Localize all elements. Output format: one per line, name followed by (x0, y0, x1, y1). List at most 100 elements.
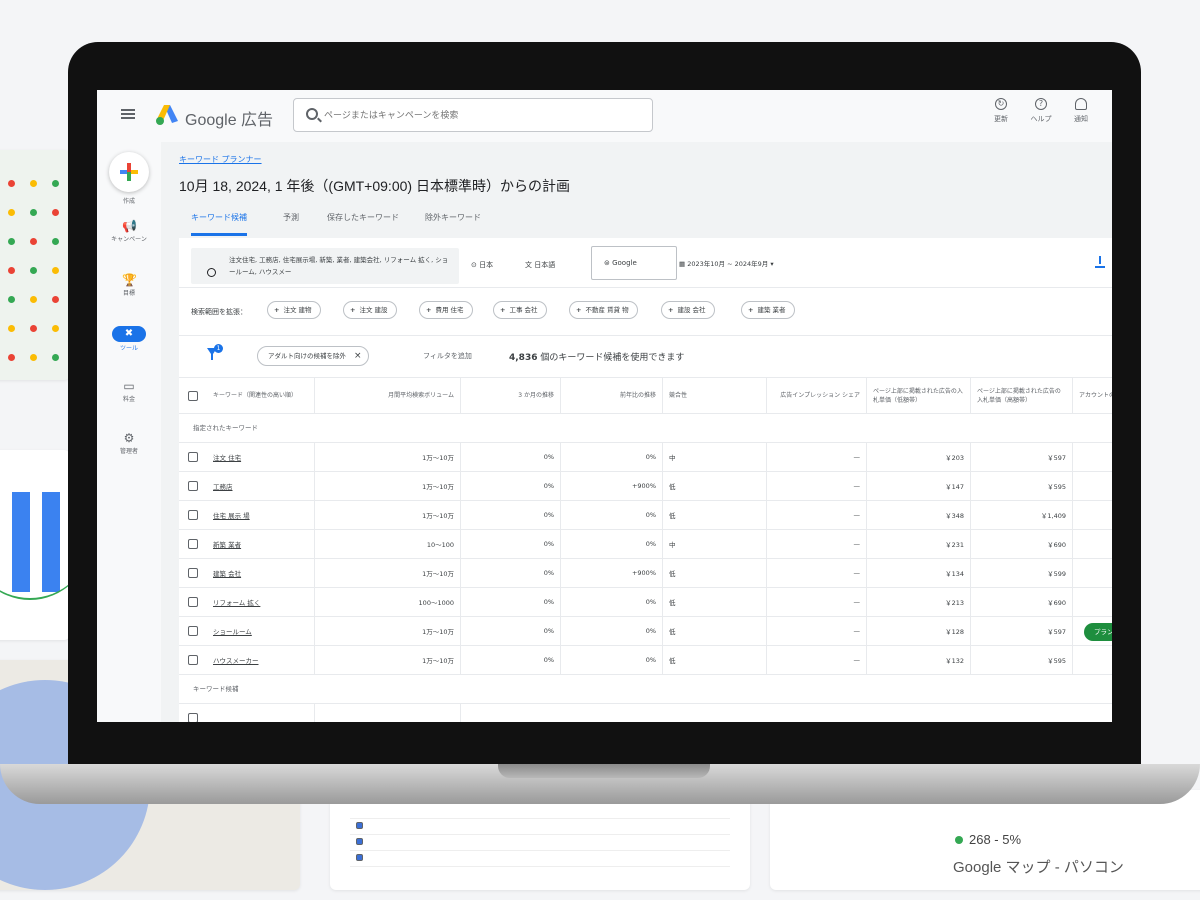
table-row[interactable]: 新築 業者 10～100 0% 0% 中 — ￥231 ￥690 (179, 530, 1112, 559)
cell-three-month: 0% (461, 472, 561, 500)
refresh-button[interactable]: ↻ 更新 (981, 98, 1021, 124)
cell-yoy: 0% (561, 501, 663, 529)
row-checkbox[interactable] (188, 713, 198, 722)
background-dot (52, 296, 59, 303)
background-dot (8, 209, 15, 216)
column-header-volume[interactable]: 月間平均検索ボリューム (315, 378, 461, 413)
keyword-link[interactable]: 工務店 (213, 481, 233, 491)
cell-impression-share-value: — (853, 511, 861, 519)
column-header-bid-high[interactable]: ページ上部に掲載された広告の入札単価（高額帯） (971, 378, 1073, 413)
suggestion-chip[interactable]: + 注文 建物 (267, 301, 321, 319)
keyword-link[interactable]: 住宅 展示 場 (213, 510, 250, 520)
column-header-three-month[interactable]: 3 か月の推移 (461, 378, 561, 413)
column-header-bid-low[interactable]: ページ上部に掲載された広告の入札単価（低額帯） (867, 378, 971, 413)
tab-keyword-ideas[interactable]: キーワード候補 (191, 208, 247, 236)
select-all-cell (179, 378, 207, 413)
language-selector[interactable]: 文 日本語 (525, 260, 555, 270)
sidebar-item-campaigns[interactable]: 📢 キャンペーン (97, 220, 161, 260)
sidebar-item-tools[interactable]: ✖ ツール (97, 326, 161, 366)
cell-yoy-value: 0% (645, 511, 656, 519)
suggestion-chip[interactable]: + 不動産 賃貸 物 (569, 301, 638, 319)
column-header-account-status[interactable]: アカウントのステータス (1073, 378, 1112, 413)
cell-competition: 低 (663, 501, 767, 529)
row-checkbox[interactable] (188, 597, 198, 607)
cell-impression-share: — (767, 588, 867, 616)
cell-volume (315, 704, 461, 722)
sidebar-item-goals[interactable]: 🏆 目標 (97, 274, 161, 314)
cell-bid-low-value: ￥203 (945, 454, 964, 462)
add-to-plan-button[interactable]: プラン (1084, 623, 1112, 641)
suggestion-chip[interactable]: + 建設 会社 (661, 301, 715, 319)
background-dot (52, 267, 59, 274)
search-box[interactable] (293, 98, 653, 132)
cell-impression-share: — (767, 646, 867, 674)
table-row[interactable]: 住宅 展示 場 1万～10万 0% 0% 低 — ￥348 ￥1,409 (179, 501, 1112, 530)
keyword-link[interactable]: ハウスメーカー (213, 655, 259, 665)
row-checkbox[interactable] (188, 452, 198, 462)
table-row[interactable] (179, 704, 1112, 722)
date-range-selector[interactable]: ▦ 2023年10月 ~ 2024年9月 ▾ (679, 258, 774, 268)
table-row[interactable]: ショールーム 1万～10万 0% 0% 低 — ￥128 ￥597 プラン (179, 617, 1112, 646)
breadcrumb[interactable]: キーワード プランナー (179, 154, 262, 165)
row-checkbox[interactable] (188, 510, 198, 520)
download-icon[interactable] (1095, 256, 1105, 268)
tab-saved-keywords[interactable]: 保存したキーワード (327, 208, 399, 236)
tab-forecast[interactable]: 予測 (283, 208, 299, 236)
help-button[interactable]: ? ヘルプ (1021, 98, 1061, 124)
search-input[interactable] (324, 106, 634, 124)
column-header-competition[interactable]: 競合性 (663, 378, 767, 413)
cell-impression-share: — (767, 530, 867, 558)
table-row[interactable]: 注文 住宅 1万～10万 0% 0% 中 — ￥203 ￥597 (179, 443, 1112, 472)
row-checkbox[interactable] (188, 655, 198, 665)
google-ads-logo-icon (156, 105, 178, 125)
cell-yoy-value: 0% (645, 598, 656, 606)
add-filter-button[interactable]: フィルタを追加 (423, 351, 472, 361)
notifications-button[interactable]: 通知 (1061, 98, 1101, 124)
suggestion-chip[interactable]: + 工事 会社 (493, 301, 547, 319)
table-row[interactable]: リフォーム 拡く 100～1000 0% 0% 低 — ￥213 ￥690 (179, 588, 1112, 617)
table-row[interactable]: 建築 会社 1万～10万 0% +900% 低 — ￥134 ￥599 (179, 559, 1112, 588)
keyword-link[interactable]: 新築 業者 (213, 539, 241, 549)
keywords-input[interactable]: 注文住宅, 工務店, 住宅展示場, 新築, 業者, 建築会社, リフォーム 拡く… (191, 248, 459, 284)
table-row[interactable]: ハウスメーカー 1万～10万 0% 0% 低 — ￥132 ￥595 (179, 646, 1112, 675)
create-button[interactable] (109, 152, 149, 192)
row-checkbox[interactable] (188, 568, 198, 578)
column-header-impression-share[interactable]: 広告インプレッション シェア (767, 378, 867, 413)
cell-impression-share-value: — (853, 540, 861, 548)
keyword-link[interactable]: 注文 住宅 (213, 452, 241, 462)
keyword-link[interactable]: 建築 会社 (213, 568, 241, 578)
cell-impression-share: — (767, 559, 867, 587)
suggestion-chip[interactable]: + 費用 住宅 (419, 301, 473, 319)
column-header-keyword[interactable]: キーワード（関連性の高い順） (207, 378, 315, 413)
cell-volume-value: 100～1000 (418, 599, 454, 607)
cell-volume: 100～1000 (315, 588, 461, 616)
suggestion-chip[interactable]: + 建築 業者 (741, 301, 795, 319)
row-checkbox[interactable] (188, 539, 198, 549)
background-stat-label: Google マップ - パソコン (953, 859, 1124, 876)
select-all-checkbox[interactable] (188, 390, 198, 401)
sidebar-item-admin[interactable]: ⚙ 管理者 (97, 432, 161, 472)
location-selector[interactable]: ⊙ 日本 (471, 260, 493, 270)
network-selector[interactable]: ⊜ Google (591, 246, 677, 280)
keywords-text: 注文住宅, 工務店, 住宅展示場, 新築, 業者, 建築会社, リフォーム 拡く… (229, 256, 449, 276)
hamburger-menu-icon[interactable] (121, 109, 135, 119)
keyword-link[interactable]: ショールーム (213, 626, 252, 636)
row-checkbox[interactable] (188, 626, 198, 636)
table-row[interactable]: 工務店 1万～10万 0% +900% 低 — ￥147 ￥595 (179, 472, 1112, 501)
row-checkbox[interactable] (188, 481, 198, 491)
cell-bid-low: ￥348 (867, 501, 971, 529)
cell-volume-value: 1万～10万 (422, 628, 454, 636)
close-icon[interactable]: × (354, 351, 362, 361)
adult-filter-chip[interactable]: アダルト向けの候補を除外 × (257, 346, 369, 366)
cell-impression-share: — (767, 501, 867, 529)
column-header-yoy[interactable]: 前年比の推移 (561, 378, 663, 413)
result-count-text: 個のキーワード候補を使用できます (537, 353, 685, 363)
sidebar-item-billing[interactable]: ▭ 料金 (97, 380, 161, 420)
keyword-link[interactable]: リフォーム 拡く (213, 597, 260, 607)
date-range-value: 2023年10月 ~ 2024年9月 (687, 260, 769, 268)
tab-negative-keywords[interactable]: 除外キーワード (425, 208, 481, 236)
suggestion-chip[interactable]: + 注文 建設 (343, 301, 397, 319)
cell-bid-high: ￥597 (971, 617, 1073, 645)
cell-three-month-value: 0% (543, 453, 554, 461)
language-value: 日本語 (534, 261, 556, 269)
